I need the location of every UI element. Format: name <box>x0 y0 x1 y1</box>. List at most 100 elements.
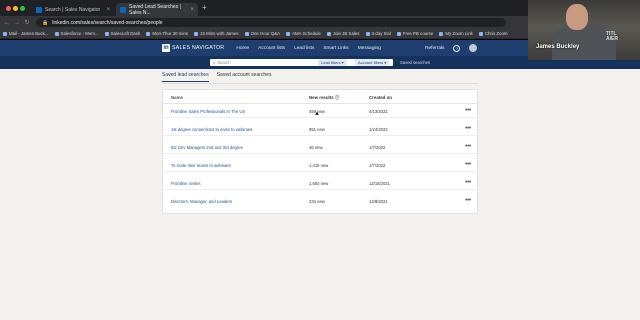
bookmark-item[interactable]: Mail - James Buck... <box>3 31 49 36</box>
bookmark-item[interactable]: Free PB course <box>396 31 433 36</box>
lock-icon: 🔒 <box>42 19 49 26</box>
tab-saved-lead-searches[interactable]: Saved lead searches <box>162 72 209 82</box>
linkedin-favicon-icon <box>36 6 42 13</box>
nav-home[interactable]: Home <box>236 46 249 51</box>
table-row: Directors, Manager, and Leaders 234 new … <box>163 194 477 208</box>
divider <box>162 83 478 84</box>
bookmark-icon <box>439 31 444 36</box>
more-options-icon[interactable]: ••• <box>465 179 471 186</box>
new-results-link[interactable]: 1,418 new <box>309 163 328 168</box>
bookmark-icon <box>146 31 151 36</box>
bookmark-item[interactable]: Join JB Sales <box>326 31 360 36</box>
search-name-link[interactable]: 1st degree connections to invite to webi… <box>171 127 252 132</box>
new-tab-button[interactable]: + <box>202 4 207 12</box>
search-name-link[interactable]: To invite their teams to webinars <box>171 163 231 168</box>
nav-lead-lists[interactable]: Lead lists <box>294 46 314 51</box>
created-date: 4/13/2022 <box>369 109 388 114</box>
sales-navigator-logo[interactable]: in SALES NAVIGATOR <box>162 44 224 52</box>
linkedin-logo-icon: in <box>162 44 170 52</box>
presenter-head <box>566 4 588 30</box>
bookmark-item[interactable]: My Zoom Link <box>439 31 473 36</box>
url-input[interactable]: 🔒 linkedin.com/sales/search/saved-search… <box>36 18 506 27</box>
column-header-name: Name <box>171 95 183 100</box>
saved-searches-link[interactable]: Saved searches <box>400 60 430 65</box>
close-tab-icon[interactable]: × <box>190 7 194 13</box>
browser-tab[interactable]: Search | Sales Navigator × <box>32 3 114 16</box>
presenter-name: James Buckley <box>536 44 580 50</box>
nav-right: Referrals ? <box>425 44 478 52</box>
nav-account-lists[interactable]: Account lists <box>258 46 285 51</box>
bookmark-icon <box>3 31 7 36</box>
browser-tab-active[interactable]: Saved Lead Searches | Sales N... × <box>116 3 198 16</box>
close-tab-icon[interactable]: × <box>106 7 110 13</box>
new-results-link[interactable]: 234 new <box>309 199 325 204</box>
bookmark-icon <box>54 31 59 36</box>
more-options-icon[interactable]: ••• <box>465 143 471 150</box>
lead-filters-button[interactable]: Lead filters ▾ <box>318 59 347 66</box>
mouse-cursor-icon: ▲ <box>314 111 320 117</box>
bookmark-item[interactable]: Salesforce - Mem... <box>54 31 99 36</box>
new-results-link[interactable]: 851 new <box>309 127 325 132</box>
shirt-print: TITL AIER <box>606 31 618 42</box>
account-filters-button[interactable]: Account filters ▾ <box>355 59 390 66</box>
brand-name: SALES NAVIGATOR <box>172 45 225 51</box>
bookmark-icon <box>194 31 198 36</box>
created-date: 1/7/2022 <box>369 163 386 168</box>
tab-saved-account-searches[interactable]: Saved account searches <box>217 72 272 82</box>
new-results-link[interactable]: 46 new <box>309 145 323 150</box>
webcam-overlay: TITL AIER James Buckley <box>528 0 640 60</box>
page-content: Saved lead searches Saved account search… <box>0 69 640 320</box>
bookmark-icon <box>326 31 331 36</box>
nav-messaging[interactable]: Messaging <box>358 46 381 51</box>
forward-icon[interactable]: → <box>14 20 20 26</box>
bookmark-item[interactable]: 3-day trial <box>365 31 391 36</box>
back-icon[interactable]: ← <box>4 20 10 26</box>
url-text: linkedin.com/sales/search/saved-searches… <box>52 19 163 26</box>
bookmark-icon <box>365 31 370 36</box>
more-options-icon[interactable]: ••• <box>465 197 471 204</box>
table-row: 1st degree connections to invite to webi… <box>163 122 477 136</box>
avatar[interactable] <box>469 44 478 52</box>
table-row: Frontline Invites 1,600 new 12/16/2021 •… <box>163 176 477 190</box>
minimize-window-button[interactable] <box>13 6 18 11</box>
table-row: Biz Dev Managers 2nd and 3rd degree 46 n… <box>163 140 477 154</box>
saved-searches-table: Name New results ⓘ Created on Frontline … <box>162 89 478 214</box>
search-name-link[interactable]: Biz Dev Managers 2nd and 3rd degree <box>171 145 243 150</box>
search-icon: ⌕ <box>213 60 216 65</box>
more-options-icon[interactable]: ••• <box>465 161 471 168</box>
nav-smart-links[interactable]: Smart Links <box>323 46 348 51</box>
search-placeholder: Search <box>217 60 231 65</box>
more-options-icon[interactable]: ••• <box>465 107 471 114</box>
bookmark-item[interactable]: Chris Zoom <box>478 31 508 36</box>
table-row: Frontline Sales Professionals In The US … <box>163 104 477 118</box>
search-name-link[interactable]: Frontline Invites <box>171 181 201 186</box>
search-name-link[interactable]: Directors, Manager, and Leaders <box>171 199 232 204</box>
more-options-icon[interactable]: ••• <box>465 125 471 132</box>
saved-search-tabs: Saved lead searches Saved account search… <box>162 72 271 82</box>
created-date: 1/7/2022 <box>369 145 386 150</box>
tab-title: Saved Lead Searches | Sales N... <box>129 3 181 16</box>
table-row: To invite their teams to webinars 1,418 … <box>163 158 477 172</box>
bookmark-icon <box>286 31 291 36</box>
presenter-body <box>552 24 616 60</box>
bookmark-item[interactable]: Mon-Thur 30 mins <box>146 31 188 36</box>
new-results-link[interactable]: 1,600 new <box>309 181 328 186</box>
bookmark-icon <box>396 31 401 36</box>
maximize-window-button[interactable] <box>20 6 25 11</box>
created-date: 12/8/2021 <box>369 199 388 204</box>
bookmark-icon <box>244 31 249 36</box>
reload-icon[interactable]: ↻ <box>24 19 30 26</box>
bookmark-item[interactable]: SalesLoft Dash <box>104 31 140 36</box>
close-window-button[interactable] <box>6 6 11 11</box>
bookmark-item[interactable]: One Hour Q&A <box>244 31 280 36</box>
help-icon[interactable]: ? <box>453 44 461 52</box>
column-header-new-results: New results ⓘ <box>309 95 340 100</box>
search-name-link[interactable]: Frontline Sales Professionals In The US <box>171 109 245 114</box>
bookmark-item[interactable]: AMA Schedule <box>286 31 321 36</box>
tab-title: Search | Sales Navigator <box>45 6 101 13</box>
created-date: 1/24/2022 <box>369 127 388 132</box>
bookmark-icon <box>104 31 109 36</box>
created-date: 12/16/2021 <box>369 181 390 186</box>
bookmark-item[interactable]: 15 Mins with James <box>194 31 239 36</box>
nav-referrals[interactable]: Referrals <box>425 46 444 51</box>
